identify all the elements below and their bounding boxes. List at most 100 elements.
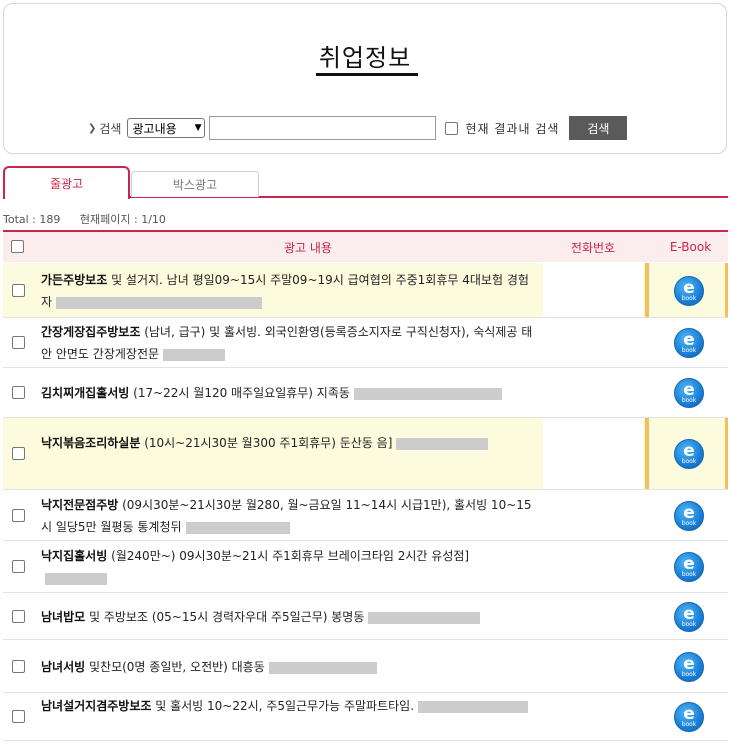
table-row[interactable]: 간장게장집주방보조 (남녀, 급구) 및 홀서빙. 외국인환영(등록증소지자로 … <box>3 318 728 368</box>
ad-content[interactable]: 낙지볶음조리하실분 (10시~21시30분 월300 주1회휴무) 둔산동 음] <box>41 432 533 454</box>
ad-text: 및 홀서빙 10~22시, 주5일근무가능 주말파트타임. <box>151 699 415 713</box>
row-checkbox[interactable] <box>12 610 25 623</box>
row-checkbox[interactable] <box>12 284 25 297</box>
total-count: Total : 189 <box>3 213 61 226</box>
ebook-icon-word: book <box>681 458 697 465</box>
row-checkbox[interactable] <box>12 509 25 522</box>
ad-content[interactable]: 가든주방보조 및 설거지. 남녀 평일09~15시 주말09~19시 급여협의 … <box>41 269 533 313</box>
chevron-down-icon: ▼ <box>194 123 202 133</box>
redacted-block <box>353 387 502 400</box>
tab-line-ads[interactable]: 줄광고 <box>3 166 130 199</box>
ad-type-tabs: 줄광고 박스광고 <box>3 166 728 200</box>
ebook-icon-word: book <box>681 671 697 678</box>
ad-title[interactable]: 낙지집홀서빙 <box>41 549 107 563</box>
search-row: ❯ 검색 광고내용 ▼ 현재 결과내 검색 검색 <box>88 115 628 141</box>
ebook-icon-word: book <box>681 520 697 527</box>
redacted-block <box>185 521 290 534</box>
ebook-icon-word: book <box>681 621 697 628</box>
ad-title[interactable]: 낙지전문점주방 <box>41 498 118 512</box>
ad-title[interactable]: 남녀밥모 <box>41 610 85 624</box>
redacted-block <box>396 437 489 450</box>
ad-content[interactable]: 낙지집홀서빙 (월240만~) 09시30분~21시 주1회휴무 브레이크타임 … <box>41 545 533 589</box>
tab-box-ads[interactable]: 박스광고 <box>131 171 259 197</box>
ebook-icon[interactable]: e book <box>674 652 704 682</box>
redacted-block <box>163 348 226 361</box>
redacted-block <box>56 296 263 309</box>
row-checkbox[interactable] <box>12 336 25 349</box>
ebook-icon[interactable]: e book <box>674 602 704 632</box>
ebook-icon[interactable]: e book <box>674 328 704 358</box>
redacted-block <box>45 572 107 585</box>
ebook-cell: e book <box>645 693 728 740</box>
table-row[interactable]: 낙지집홀서빙 (월240만~) 09시30분~21시 주1회휴무 브레이크타임 … <box>3 541 728 593</box>
ebook-icon-word: book <box>681 721 697 728</box>
ad-content[interactable]: 남녀설거지겸주방보조 및 홀서빙 10~22시, 주5일근무가능 주말파트타임. <box>41 695 533 717</box>
phone-cell <box>543 368 643 417</box>
ebook-icon[interactable]: e book <box>674 276 704 306</box>
search-within-checkbox[interactable] <box>445 121 459 135</box>
column-header-phone: 전화번호 <box>570 240 616 255</box>
ad-text: 및찬모(0명 종일반, 오전반) 대흥동 <box>85 660 265 674</box>
ebook-icon[interactable]: e book <box>674 501 704 531</box>
table-row[interactable]: 남녀설거지겸주방보조 및 홀서빙 10~22시, 주5일근무가능 주말파트타임.… <box>3 693 728 741</box>
current-page: 현재페이지 : 1/10 <box>79 213 166 226</box>
ebook-icon-word: book <box>681 295 697 302</box>
row-checkbox[interactable] <box>12 660 25 673</box>
table-row[interactable]: 낙지볶음조리하실분 (10시~21시30분 월300 주1회휴무) 둔산동 음]… <box>3 418 728 490</box>
redacted-block <box>268 661 377 674</box>
ebook-icon[interactable]: e book <box>674 552 704 582</box>
ebook-cell: e book <box>645 541 728 592</box>
table-row[interactable]: 가든주방보조 및 설거지. 남녀 평일09~15시 주말09~19시 급여협의 … <box>3 263 728 318</box>
ad-title[interactable]: 김치찌개집홀서빙 <box>41 386 129 400</box>
phone-cell <box>543 593 643 639</box>
search-button[interactable]: 검색 <box>569 116 628 140</box>
search-input[interactable] <box>209 116 437 140</box>
ad-content[interactable]: 남녀밥모 및 주방보조 (05~15시 경력자우대 주5일근무) 봉명동 <box>41 606 533 628</box>
table-row[interactable]: 낙지전문점주방 (09시30분~21시30분 월280, 월~금요일 11~14… <box>3 490 728 541</box>
result-meta: Total : 189 현재페이지 : 1/10 <box>3 211 182 227</box>
ad-title[interactable]: 남녀서빙 <box>41 660 85 674</box>
ad-content[interactable]: 간장게장집주방보조 (남녀, 급구) 및 홀서빙. 외국인환영(등록증소지자로 … <box>41 321 533 365</box>
phone-cell <box>543 693 643 740</box>
ad-content[interactable]: 남녀서빙 및찬모(0명 종일반, 오전반) 대흥동 <box>41 656 533 678</box>
table-row[interactable]: 남녀서빙 및찬모(0명 종일반, 오전반) 대흥동 e book <box>3 640 728 693</box>
table-header: 광고 내용 전화번호 E-Book <box>3 230 728 262</box>
row-checkbox[interactable] <box>12 386 25 399</box>
search-panel: 취업정보 ❯ 검색 광고내용 ▼ 현재 결과내 검색 검색 <box>3 3 727 154</box>
ebook-icon-word: book <box>681 347 697 354</box>
table-row[interactable]: 남녀밥모 및 주방보조 (05~15시 경력자우대 주5일근무) 봉명동 e boo… <box>3 593 728 640</box>
ebook-icon-word: book <box>681 571 697 578</box>
phone-cell <box>543 318 643 367</box>
ad-title[interactable]: 간장게장집주방보조 <box>41 325 140 339</box>
ebook-cell: e book <box>645 318 728 367</box>
ebook-icon[interactable]: e book <box>674 702 704 732</box>
phone-cell <box>543 418 643 489</box>
ad-text: 및 주방보조 (05~15시 경력자우대 주5일근무) 봉명동 <box>85 610 365 624</box>
ebook-cell: e book <box>645 263 728 317</box>
ebook-cell: e book <box>645 368 728 417</box>
ebook-icon[interactable]: e book <box>674 378 704 408</box>
column-header-content: 광고 내용 <box>284 240 332 255</box>
search-field-select[interactable]: 광고내용 ▼ <box>127 118 206 138</box>
row-checkbox[interactable] <box>12 447 25 460</box>
phone-cell <box>543 541 643 592</box>
table-row[interactable]: 김치찌개집홀서빙 (17~22시 월120 매주일요일휴무) 지족동 e book <box>3 368 728 418</box>
ebook-icon[interactable]: e book <box>674 439 704 469</box>
chevron-right-icon: ❯ <box>88 122 97 134</box>
ad-text: (월240만~) 09시30분~21시 주1회휴무 브레이크타임 2시간 유성점… <box>107 549 470 563</box>
ad-title[interactable]: 낙지볶음조리하실분 <box>41 436 140 450</box>
search-within-label: 현재 결과내 검색 <box>465 121 560 136</box>
ad-content[interactable]: 낙지전문점주방 (09시30분~21시30분 월280, 월~금요일 11~14… <box>41 494 533 538</box>
ebook-cell: e book <box>645 490 728 540</box>
row-checkbox[interactable] <box>12 710 25 723</box>
search-select-value: 광고내용 <box>132 121 177 136</box>
ad-title[interactable]: 가든주방보조 <box>41 273 107 287</box>
select-all-checkbox[interactable] <box>11 240 24 253</box>
ad-title[interactable]: 남녀설거지겸주방보조 <box>41 699 151 713</box>
ad-content[interactable]: 김치찌개집홀서빙 (17~22시 월120 매주일요일휴무) 지족동 <box>41 382 533 404</box>
page-title: 취업정보 <box>318 44 412 72</box>
redacted-block <box>418 700 529 713</box>
ebook-icon-word: book <box>681 397 697 404</box>
phone-cell <box>543 263 643 317</box>
row-checkbox[interactable] <box>12 560 25 573</box>
